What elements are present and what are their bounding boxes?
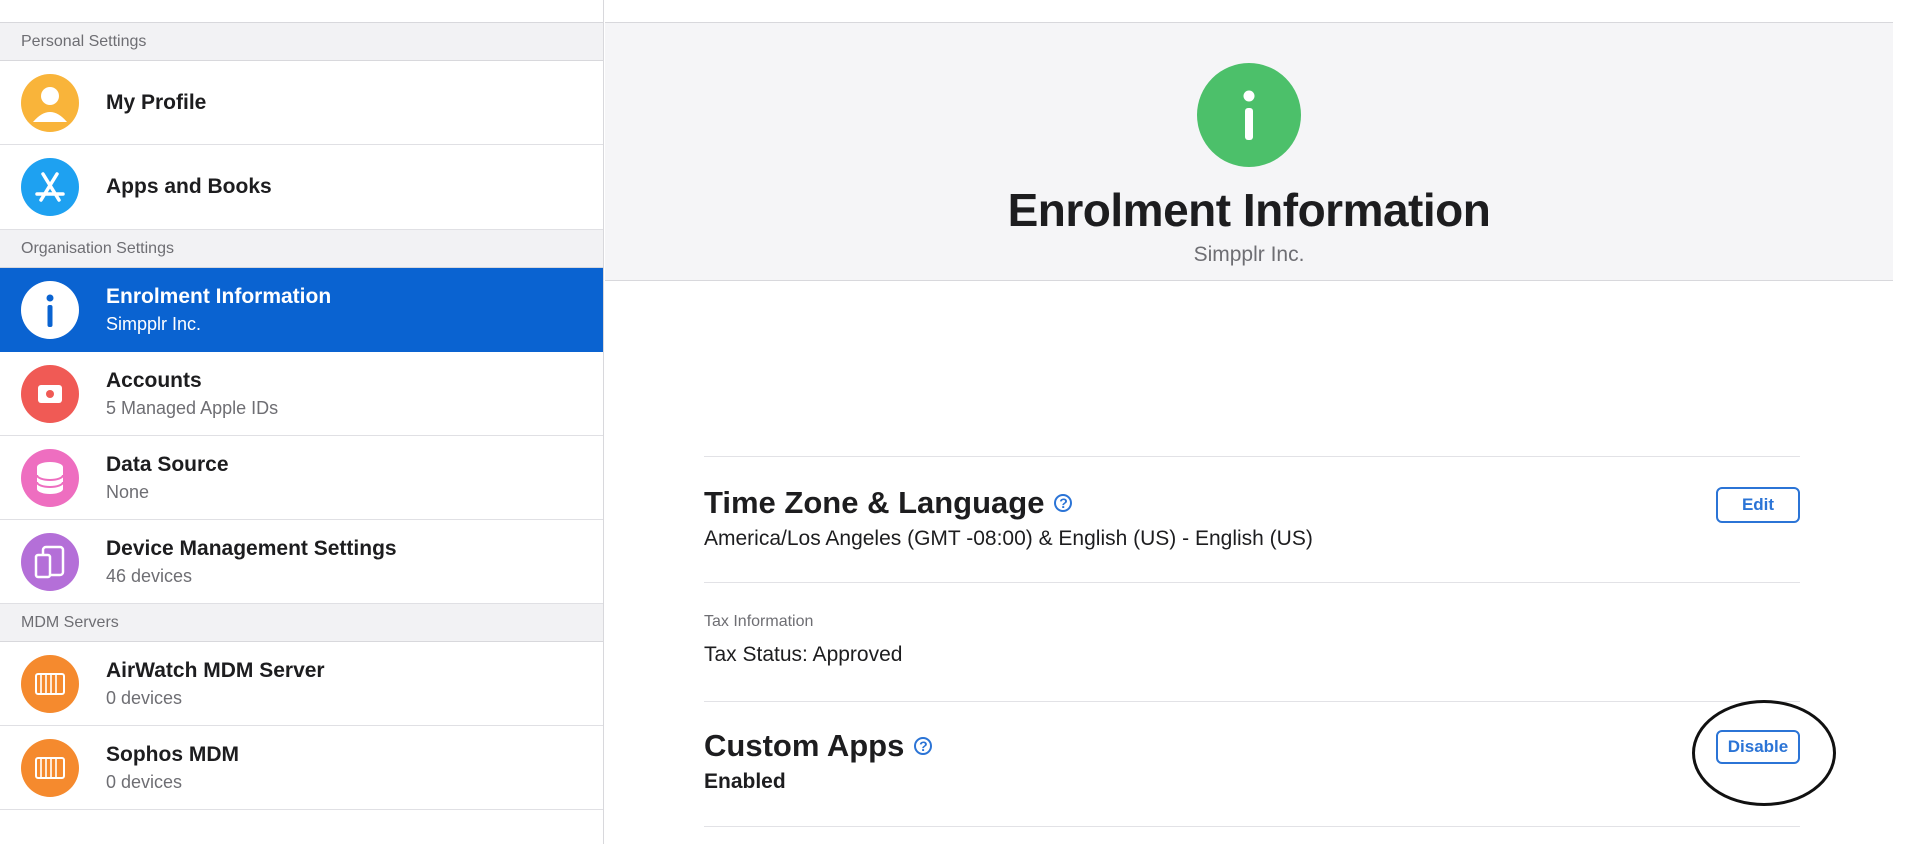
sidebar-item-apps-and-books[interactable]: Apps and Books [0,145,603,230]
sidebar-top-spacer [0,0,603,23]
timezone-title: Time Zone & Language [704,485,1045,520]
database-icon [21,448,79,507]
tax-status: Tax Status: Approved [704,643,903,666]
sidebar-item-airwatch-mdm-server[interactable]: AirWatch MDM Server 0 devices [0,642,603,726]
page-title: Enrolment Information [1007,184,1491,236]
timezone-section: Time Zone & Language ? America/Los Angel… [704,457,1800,582]
sidebar-item-data-source[interactable]: Data Source None [0,436,603,520]
sidebar-item-subtitle: None [106,481,150,502]
sidebar-item-title: Enrolment Information [106,284,332,308]
main-top-spacer [605,0,1893,23]
section-header-personal: Personal Settings [0,23,603,61]
highlight-circle [1692,700,1836,806]
section-title: Custom Apps ? [704,728,933,764]
hero-header: Enrolment Information Simpplr Inc. [605,23,1893,281]
apple-id-icon [21,364,79,423]
tax-label: Tax Information [704,613,814,630]
sidebar-item-subtitle: Simpplr Inc. [106,313,202,334]
section-title: Time Zone & Language ? [704,485,1073,521]
sidebar-item-title: My Profile [106,90,207,114]
user-icon [21,73,79,132]
sidebar-item-subtitle: 0 devices [106,687,183,708]
help-icon[interactable]: ? [1054,494,1073,512]
sidebar-item-device-management-settings[interactable]: Device Management Settings 46 devices [0,520,603,604]
sidebar-item-title: Apps and Books [106,175,272,198]
tax-section: Tax Information Tax Status: Approved [704,583,1800,701]
sidebar-item-subtitle: 46 devices [106,565,193,586]
sidebar-item-accounts[interactable]: Accounts 5 Managed Apple IDs [0,352,603,436]
sidebar-item-title: Device Management Settings [106,536,397,560]
sidebar-item-title: Sophos MDM [106,742,239,766]
sidebar-item-enrolment-information[interactable]: Enrolment Information Simpplr Inc. [0,268,603,352]
sidebar-item-subtitle: 0 devices [106,771,183,792]
sidebar: Personal Settings My Profile Apps and Bo… [0,0,604,844]
custom-apps-section: Custom Apps ? Enabled Disable [704,700,1836,826]
sidebar-item-title: Data Source [106,452,229,476]
details-content: Time Zone & Language ? America/Los Angel… [704,456,1836,827]
sidebar-item-title: AirWatch MDM Server [106,658,325,682]
sidebar-item-title: Accounts [106,368,202,392]
devices-icon [21,532,79,591]
server-icon [21,738,79,797]
main-panel: Enrolment Information Simpplr Inc. Time … [605,0,1893,844]
server-icon [21,654,79,713]
app-store-icon [21,158,79,216]
sidebar-item-sophos-mdm[interactable]: Sophos MDM 0 devices [0,726,603,810]
edit-button[interactable]: Edit [1716,487,1800,523]
divider [704,826,1800,827]
sidebar-item-subtitle: 5 Managed Apple IDs [106,397,279,418]
custom-apps-title: Custom Apps [704,728,905,763]
info-icon [1197,63,1301,167]
custom-apps-status: Enabled [704,770,786,793]
sidebar-item-my-profile[interactable]: My Profile [0,61,603,145]
info-icon [21,280,79,339]
page-subtitle: Simpplr Inc. [1193,243,1305,266]
help-icon[interactable]: ? [914,737,933,755]
section-header-mdm-servers: MDM Servers [0,604,603,642]
section-header-organisation: Organisation Settings [0,230,603,268]
timezone-value: America/Los Angeles (GMT -08:00) & Engli… [704,527,1313,550]
